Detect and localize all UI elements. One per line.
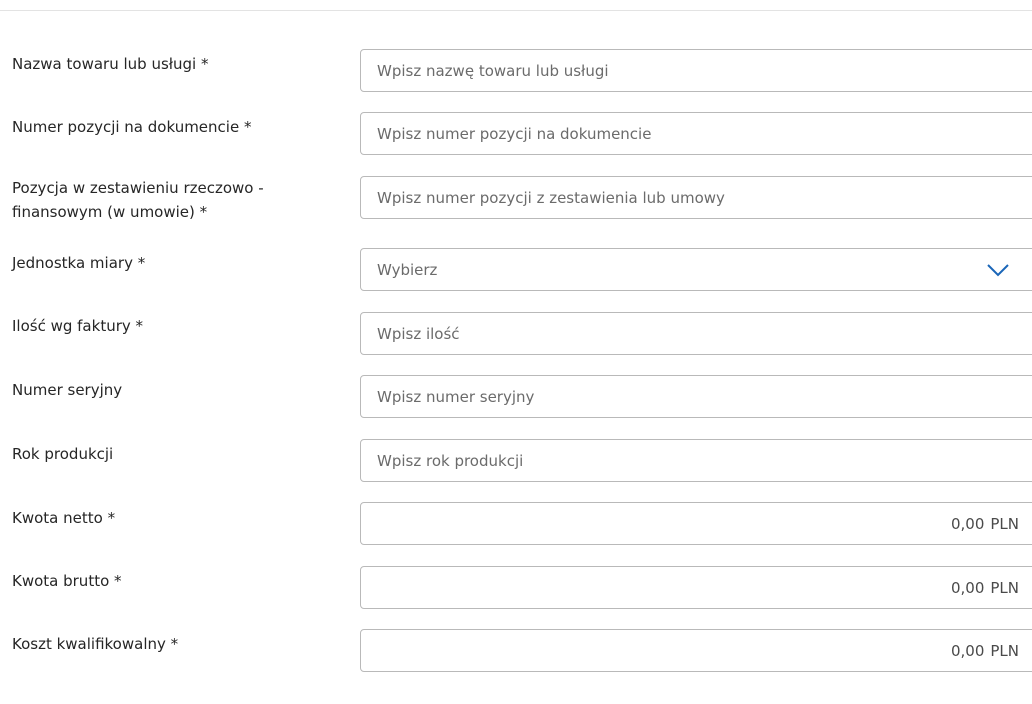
statement-position-input[interactable] [360,176,1032,219]
eligible-cost-value: 0,00 [950,641,985,660]
item-name-input[interactable] [360,49,1032,92]
unit-label: Jednostka miary * [12,254,146,272]
eligible-cost-label: Koszt kwalifikowalny * [12,635,179,653]
gross-amount-input[interactable]: 0,00 PLN [360,566,1032,609]
unit-select-value: Wybierz [377,260,438,279]
net-amount-label: Kwota netto * [12,509,116,527]
gross-amount-value: 0,00 [950,578,985,597]
net-amount-currency: PLN [990,514,1019,533]
statement-position-label: Pozycja w zestawieniu rzeczowo - finanso… [12,179,264,221]
serial-number-input[interactable] [360,375,1032,418]
production-year-input[interactable] [360,439,1032,482]
production-year-label: Rok produkcji [12,445,114,463]
serial-number-label: Numer seryjny [12,381,123,399]
position-number-label: Numer pozycji na dokumencie * [12,118,252,136]
gross-amount-currency: PLN [990,578,1019,597]
gross-amount-label: Kwota brutto * [12,572,122,590]
quantity-input[interactable] [360,312,1032,355]
chevron-down-icon [986,263,1010,281]
position-number-input[interactable] [360,112,1032,155]
item-name-label: Nazwa towaru lub usługi * [12,55,209,73]
net-amount-input[interactable]: 0,00 PLN [360,502,1032,545]
top-divider [0,10,1032,11]
eligible-cost-input[interactable]: 0,00 PLN [360,629,1032,672]
quantity-label: Ilość wg faktury * [12,317,144,335]
unit-select[interactable]: Wybierz [360,248,1032,291]
net-amount-value: 0,00 [950,514,985,533]
eligible-cost-currency: PLN [990,641,1019,660]
